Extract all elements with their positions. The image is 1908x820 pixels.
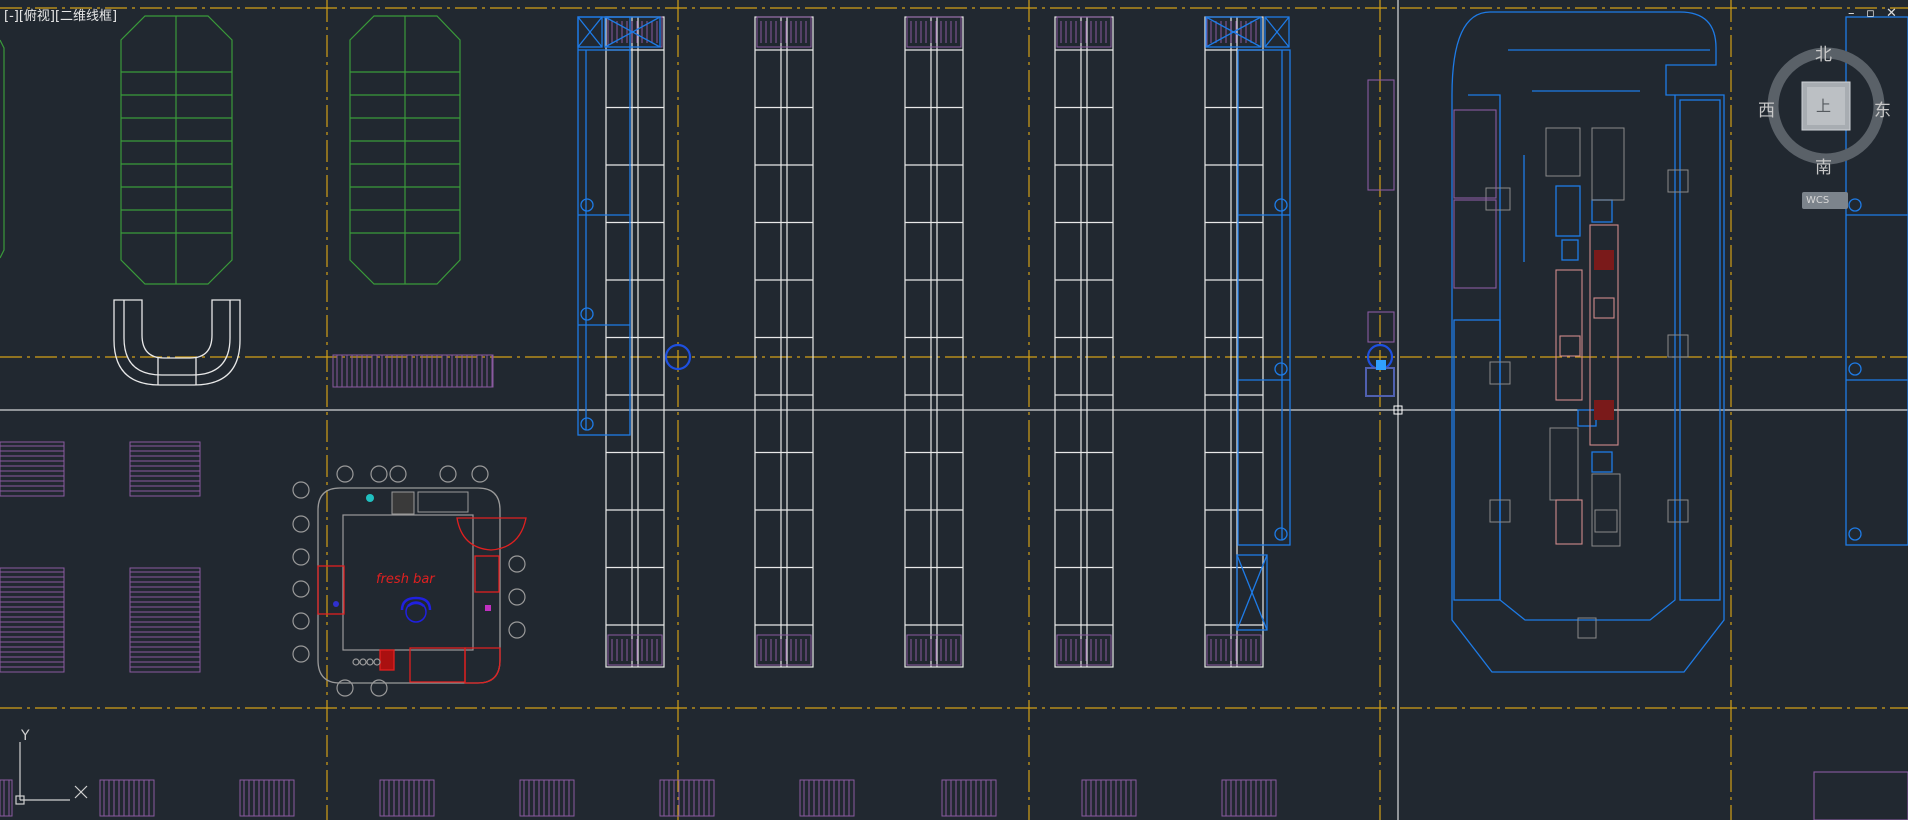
island-red-fixtures [1555,224,1619,545]
pallet [941,779,997,817]
shelving-rack[interactable] [1054,16,1114,668]
u-counter[interactable] [113,299,241,386]
pallet [99,779,155,817]
drawing-canvas[interactable] [0,0,1908,820]
shelving-racks[interactable] [605,16,1264,668]
cursor-crosshair [0,0,1908,820]
rack-end-cap [756,16,812,48]
pallet [1081,779,1137,817]
rack-end-cap [906,16,962,48]
shelving-rack[interactable] [904,16,964,668]
rack-end-cap [1056,16,1112,48]
pallet [0,567,65,673]
minimize-button[interactable]: – [1848,6,1855,21]
rack-end-cap [1206,634,1262,666]
pallet [129,441,201,497]
viewcube-face-label[interactable]: 上 [1816,95,1831,116]
ucs-icon [15,742,88,805]
pallet [0,441,65,497]
restore-button[interactable]: ▫ [1866,6,1875,21]
close-button[interactable]: ✕ [1886,6,1897,21]
pallet [799,779,855,817]
shelving-rack[interactable] [605,16,665,668]
rack-end-cap [906,634,962,666]
rack-end-cap [607,16,663,48]
pallet [1221,779,1277,817]
pallet [659,779,715,817]
column-markers [664,343,1395,397]
pallet [0,779,13,817]
rack-end-cap [607,634,663,666]
viewcube-east[interactable]: 东 [1874,96,1891,121]
shelving-rack[interactable] [1204,16,1264,668]
ucs-y-label: Y [21,728,30,744]
blue-cases-right[interactable] [1205,16,1291,631]
pallet [239,779,295,817]
pallet [379,779,435,817]
rack-end-cap [1056,634,1112,666]
pallet [129,567,201,673]
green-table-edge [0,39,5,259]
bottom-right-outline [1813,771,1908,820]
viewcube-south[interactable]: 南 [1815,153,1832,178]
blue-island-right[interactable] [1451,11,1725,673]
blue-cases-left[interactable] [577,16,661,436]
shelving-rack[interactable] [754,16,814,668]
rack-end-cap [756,634,812,666]
pallet [332,354,494,388]
pallet [519,779,575,817]
wcs-dropdown[interactable]: WCS [1802,192,1848,209]
island-fixtures [1485,127,1689,639]
fresh-bar-label: fresh bar [376,572,435,587]
green-table-left[interactable] [120,15,233,285]
viewcube-north[interactable]: 北 [1815,40,1832,65]
viewport-controls[interactable]: [-][俯视][二维线框] [4,5,117,24]
green-table-right[interactable] [349,15,461,285]
island-purple-fixtures [1367,79,1497,343]
viewcube-west[interactable]: 西 [1758,96,1775,121]
